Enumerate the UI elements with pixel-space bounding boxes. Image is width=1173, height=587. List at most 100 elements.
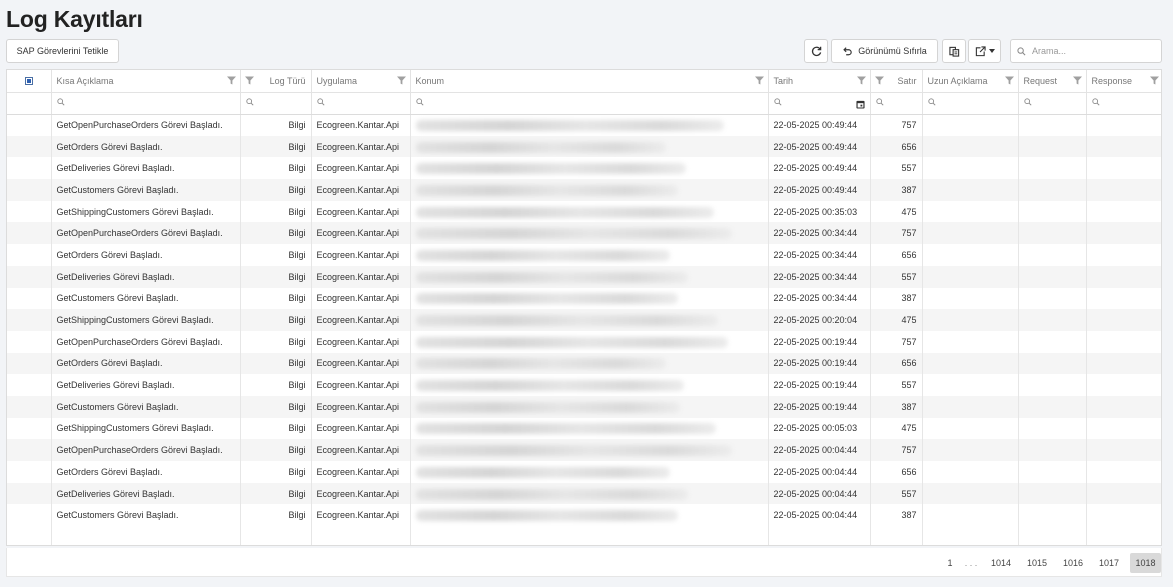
cell-short-desc: GetOrders Görevi Başladı. bbox=[51, 461, 241, 483]
filter-date[interactable] bbox=[768, 92, 871, 115]
cell-short-desc: GetDeliveries Görevi Başladı. bbox=[51, 482, 241, 505]
cell-date: 22-05-2025 00:34:44 bbox=[768, 222, 871, 245]
col-header-short-desc[interactable]: Kısa Açıklama bbox=[51, 70, 241, 93]
cell-response bbox=[1086, 395, 1161, 418]
col-label: Satır bbox=[897, 75, 917, 86]
cell-request bbox=[1018, 330, 1087, 353]
cell-request bbox=[1018, 179, 1087, 201]
search-input[interactable] bbox=[1032, 46, 1152, 56]
cell-application: Ecogreen.Kantar.Api bbox=[311, 417, 411, 440]
filter-request[interactable] bbox=[1018, 92, 1087, 115]
table-row[interactable]: GetCustomers Görevi Başladı. Bilgi Ecogree… bbox=[7, 504, 1161, 527]
table-row[interactable]: GetShippingCustomers Görevi Başladı. Bilg… bbox=[7, 417, 1161, 440]
cell-date: 22-05-2025 00:49:44 bbox=[768, 157, 871, 180]
filter-icon[interactable] bbox=[856, 76, 866, 85]
table-row[interactable]: GetCustomers Görevi Başladı. Bilgi Ecogree… bbox=[7, 395, 1161, 418]
col-header-line[interactable]: Satır bbox=[870, 70, 923, 93]
page-link-active[interactable]: 1018 bbox=[1130, 553, 1161, 573]
cell-select bbox=[7, 309, 52, 331]
col-label: Tarih bbox=[773, 75, 794, 86]
cell-short-desc: GetOpenPurchaseOrders Görevi Başladı. bbox=[51, 114, 241, 136]
table-row[interactable]: GetDeliveries Görevi Başladı. Bilgi Ecogre… bbox=[7, 374, 1161, 396]
cell-request bbox=[1018, 395, 1087, 418]
select-all-checkbox[interactable] bbox=[24, 76, 33, 85]
table-row[interactable]: GetDeliveries Görevi Başladı. Bilgi Ecogre… bbox=[7, 482, 1161, 505]
cell-log-type: Bilgi bbox=[240, 135, 312, 158]
table-row[interactable]: GetOrders Görevi Başladı. Bilgi Ecogreen.K… bbox=[7, 244, 1161, 266]
col-header-request[interactable]: Request bbox=[1018, 70, 1087, 93]
table-row[interactable]: GetCustomers Görevi Başladı. Bilgi Ecogree… bbox=[7, 287, 1161, 310]
cell-line: 387 bbox=[870, 395, 923, 418]
col-header-location[interactable]: Konum bbox=[410, 70, 769, 93]
cell-short-desc: GetDeliveries Görevi Başladı. bbox=[51, 157, 241, 180]
page-link[interactable]: 1017 bbox=[1094, 553, 1124, 573]
filter-icon[interactable] bbox=[1149, 76, 1159, 85]
filter-short-desc[interactable] bbox=[51, 92, 241, 115]
cell-line: 757 bbox=[870, 439, 923, 461]
page-link[interactable]: 1015 bbox=[1022, 553, 1052, 573]
col-header-log-type[interactable]: Log Türü bbox=[240, 70, 312, 93]
table-row[interactable]: GetCustomers Görevi Başladı. Bilgi Ecogree… bbox=[7, 179, 1161, 201]
cell-line: 557 bbox=[870, 374, 923, 396]
refresh-button[interactable] bbox=[804, 39, 828, 63]
export-button[interactable] bbox=[968, 39, 1001, 63]
cell-short-desc: GetOrders Görevi Başladı. bbox=[51, 352, 241, 375]
table-row[interactable]: GetOrders Görevi Başladı. Bilgi Ecogreen.K… bbox=[7, 352, 1161, 375]
table-row[interactable]: GetDeliveries Görevi Başladı. Bilgi Ecogre… bbox=[7, 265, 1161, 288]
table-row[interactable]: GetOpenPurchaseOrders Görevi Başladı. Bil… bbox=[7, 439, 1161, 461]
page-link[interactable]: 1016 bbox=[1058, 553, 1088, 573]
cell-response bbox=[1086, 374, 1161, 396]
table-row[interactable]: GetOpenPurchaseOrders Görevi Başladı. Bil… bbox=[7, 330, 1161, 353]
filter-icon[interactable] bbox=[244, 76, 254, 85]
cell-response bbox=[1086, 417, 1161, 440]
cell-date: 22-05-2025 00:04:44 bbox=[768, 461, 871, 483]
table-row[interactable]: GetOpenPurchaseOrders Görevi Başladı. Bil… bbox=[7, 114, 1161, 136]
page-link-first[interactable]: 1 bbox=[943, 553, 957, 573]
filter-location[interactable] bbox=[410, 92, 769, 115]
filter-icon[interactable] bbox=[1072, 76, 1082, 85]
col-header-response[interactable]: Response bbox=[1086, 70, 1161, 93]
cell-response bbox=[1086, 179, 1161, 201]
cell-request bbox=[1018, 200, 1087, 223]
cell-request bbox=[1018, 114, 1087, 136]
filter-icon[interactable] bbox=[874, 76, 884, 85]
table-row[interactable]: GetDeliveries Görevi Başladı. Bilgi Ecogre… bbox=[7, 157, 1161, 180]
col-header-date[interactable]: Tarih bbox=[768, 70, 871, 93]
table-row[interactable]: GetShippingCustomers Görevi Başladı. Bilg… bbox=[7, 309, 1161, 331]
cell-location bbox=[410, 461, 769, 483]
cell-log-type: Bilgi bbox=[240, 504, 312, 527]
cell-response bbox=[1086, 157, 1161, 180]
col-header-long-desc[interactable]: Uzun Açıklama bbox=[922, 70, 1019, 93]
filter-icon[interactable] bbox=[1004, 76, 1014, 85]
filter-application[interactable] bbox=[311, 92, 411, 115]
filter-response[interactable] bbox=[1086, 92, 1161, 115]
table-row[interactable]: GetOrders Görevi Başladı. Bilgi Ecogreen.K… bbox=[7, 461, 1161, 483]
col-header-application[interactable]: Uygulama bbox=[311, 70, 411, 93]
redacted-location bbox=[415, 466, 670, 478]
filter-icon[interactable] bbox=[396, 76, 406, 85]
search-box[interactable] bbox=[1010, 39, 1162, 63]
table-row[interactable]: GetShippingCustomers Görevi Başladı. Bilg… bbox=[7, 200, 1161, 223]
filter-icon[interactable] bbox=[754, 76, 764, 85]
filter-log-type[interactable] bbox=[240, 92, 312, 115]
col-label: Uzun Açıklama bbox=[927, 75, 988, 86]
page-link[interactable]: 1014 bbox=[986, 553, 1016, 573]
column-chooser-button[interactable] bbox=[942, 39, 966, 63]
sap-trigger-button[interactable]: SAP Görevlerini Tetikle bbox=[6, 39, 119, 63]
redacted-location bbox=[415, 401, 680, 413]
cell-date: 22-05-2025 00:19:44 bbox=[768, 395, 871, 418]
filter-line[interactable] bbox=[870, 92, 923, 115]
table-row[interactable]: GetOpenPurchaseOrders Görevi Başladı. Bil… bbox=[7, 222, 1161, 245]
filter-long-desc[interactable] bbox=[922, 92, 1019, 115]
cell-log-type: Bilgi bbox=[240, 179, 312, 201]
reset-view-button[interactable]: Görünümü Sıfırla bbox=[831, 39, 938, 63]
calendar-icon[interactable] bbox=[855, 100, 865, 109]
col-label: Request bbox=[1023, 75, 1058, 86]
cell-location bbox=[410, 222, 769, 245]
select-all-cell[interactable] bbox=[7, 70, 52, 93]
filter-icon[interactable] bbox=[226, 76, 236, 85]
table-row[interactable]: GetOrders Görevi Başladı. Bilgi Ecogreen.K… bbox=[7, 135, 1161, 158]
search-icon bbox=[1023, 98, 1032, 106]
cell-line: 557 bbox=[870, 265, 923, 288]
cell-line: 656 bbox=[870, 135, 923, 158]
